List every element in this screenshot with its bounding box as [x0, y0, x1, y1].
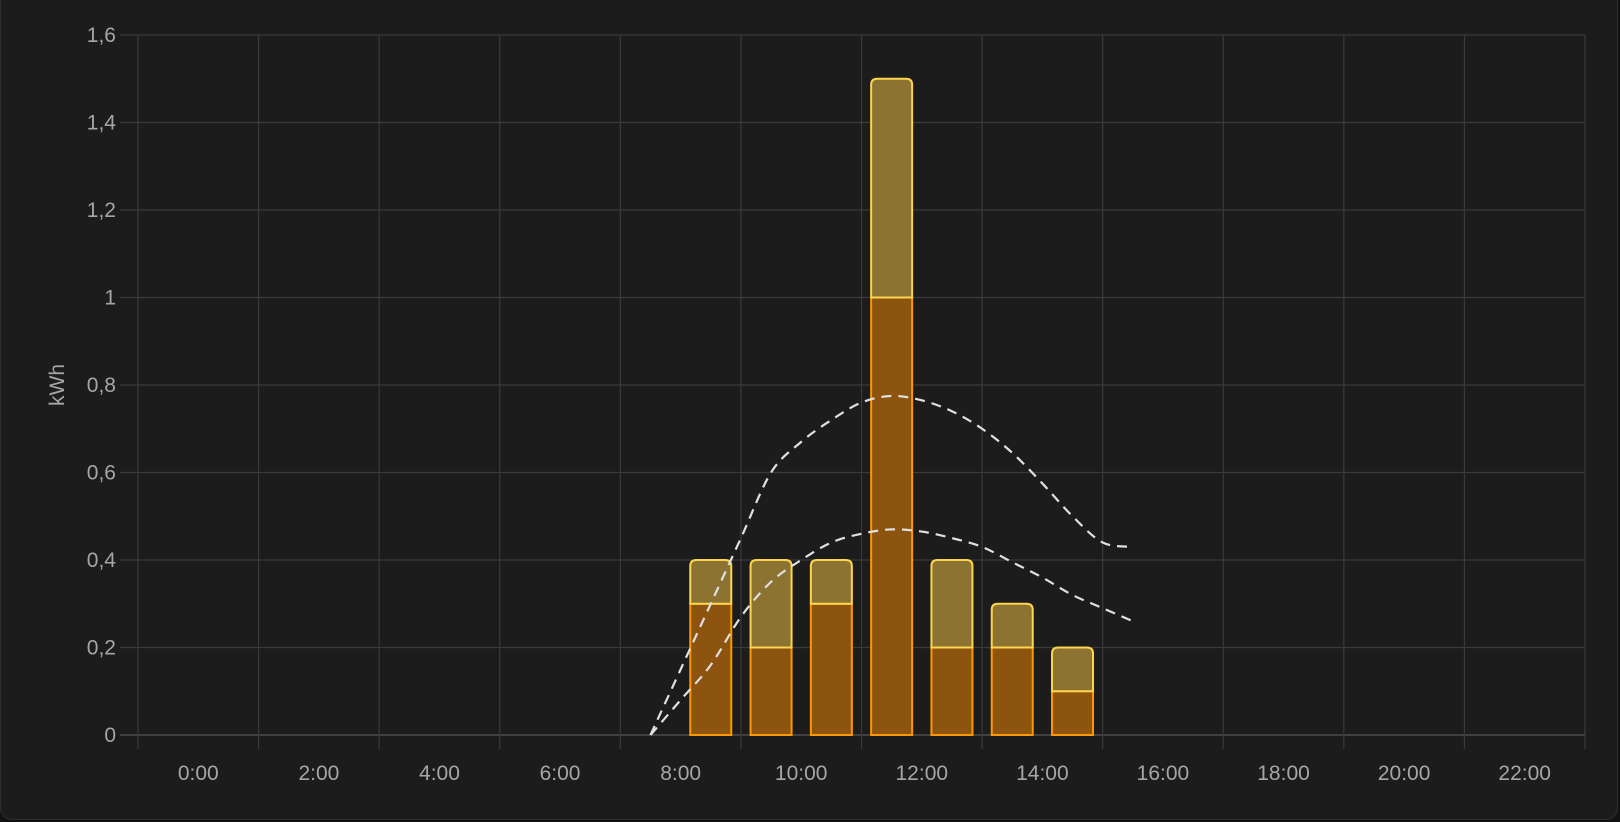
- bar-segment: [689, 602, 733, 736]
- x-tick-label: 8:00: [660, 762, 701, 785]
- y-tick-label: 1,6: [87, 24, 116, 47]
- y-tick-label: 0,2: [87, 637, 116, 660]
- y-tick-label: 0: [104, 724, 116, 747]
- bar-segment: [689, 559, 733, 605]
- bar-segment: [990, 602, 1034, 649]
- bar-segment: [870, 296, 914, 736]
- x-tick-label: 16:00: [1137, 762, 1190, 785]
- bar-segment: [809, 559, 853, 605]
- x-tick-label: 12:00: [896, 762, 949, 785]
- bar-segment: [870, 77, 914, 299]
- bar-segment: [809, 602, 853, 736]
- x-tick-label: 4:00: [419, 762, 460, 785]
- y-tick-label: 1,4: [87, 112, 117, 135]
- x-axis: 0:00 2:00 4:00 6:00 8:00 10:00 12:00 14:00 16:00…: [178, 762, 1551, 785]
- x-tick-label: 2:00: [298, 762, 339, 785]
- bar-segment: [1051, 690, 1095, 736]
- y-tick-label: 0,4: [87, 549, 117, 572]
- x-tick-label: 22:00: [1498, 762, 1551, 785]
- y-tick-label: 1,2: [87, 199, 116, 222]
- bars: [689, 77, 1095, 736]
- y-axis-label: kWh: [46, 364, 69, 406]
- bar-segment: [1051, 646, 1095, 693]
- bar-segment: [749, 646, 793, 736]
- bar-segment: [749, 559, 793, 649]
- y-tick-label: 0,8: [87, 374, 116, 397]
- x-tick-label: 18:00: [1257, 762, 1310, 785]
- y-tick-label: 0,6: [87, 462, 116, 485]
- bar-segment: [930, 559, 974, 649]
- x-tick-label: 10:00: [775, 762, 828, 785]
- x-tick-label: 20:00: [1378, 762, 1431, 785]
- x-tick-label: 0:00: [178, 762, 219, 785]
- bar-segment: [930, 646, 974, 736]
- y-axis: 0 0,2 0,4 0,6 0,8 1 1,2 1,4 1,6: [87, 24, 117, 747]
- bar-segment: [990, 646, 1034, 736]
- y-tick-label: 1: [104, 287, 116, 310]
- x-tick-label: 6:00: [540, 762, 581, 785]
- energy-chart: 0 0,2 0,4 0,6 0,8 1 1,2 1,4 1,6 0:00 2:00 4:00 6:00…: [46, 24, 1586, 785]
- x-tick-label: 14:00: [1016, 762, 1069, 785]
